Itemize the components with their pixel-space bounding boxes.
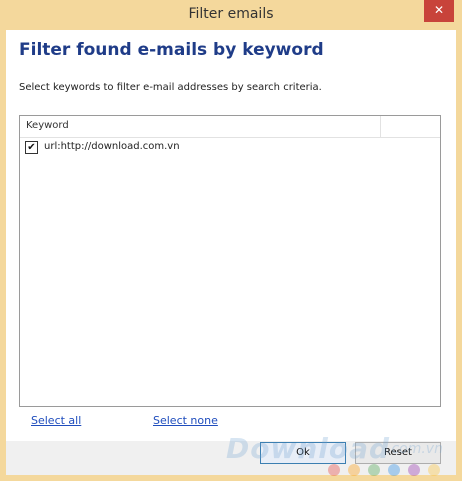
keyword-label: url:http://download.com.vn [44, 141, 180, 152]
select-all-link[interactable]: Select all [31, 414, 81, 427]
watermark-dot [328, 464, 340, 476]
select-none-link[interactable]: Select none [153, 414, 218, 427]
list-header: Keyword [20, 116, 440, 138]
keyword-checkbox[interactable]: ✔ [25, 141, 38, 154]
page-title: Filter found e-mails by keyword [19, 40, 324, 60]
close-button[interactable]: ✕ [424, 0, 454, 22]
column-header-keyword[interactable]: Keyword [26, 120, 69, 131]
description-text: Select keywords to filter e-mail address… [19, 82, 322, 93]
watermark-dot [368, 464, 380, 476]
column-divider [380, 116, 381, 137]
keyword-list[interactable]: Keyword ✔ url:http://download.com.vn [19, 115, 441, 407]
watermark-dot [348, 464, 360, 476]
watermark-dot [428, 464, 440, 476]
watermark-suffix: .com.vn [387, 441, 443, 457]
watermark-dot [408, 464, 420, 476]
watermark-logo: Download [226, 432, 391, 465]
title-bar[interactable]: Filter emails ✕ [0, 0, 462, 30]
dialog-body: Filter found e-mails by keyword Select k… [6, 30, 456, 441]
window-title: Filter emails [188, 6, 274, 22]
close-icon: ✕ [433, 3, 445, 17]
filter-emails-window: Filter emails ✕ Filter found e-mails by … [0, 0, 462, 481]
list-item[interactable]: ✔ url:http://download.com.vn [25, 140, 435, 156]
watermark-dot [388, 464, 400, 476]
